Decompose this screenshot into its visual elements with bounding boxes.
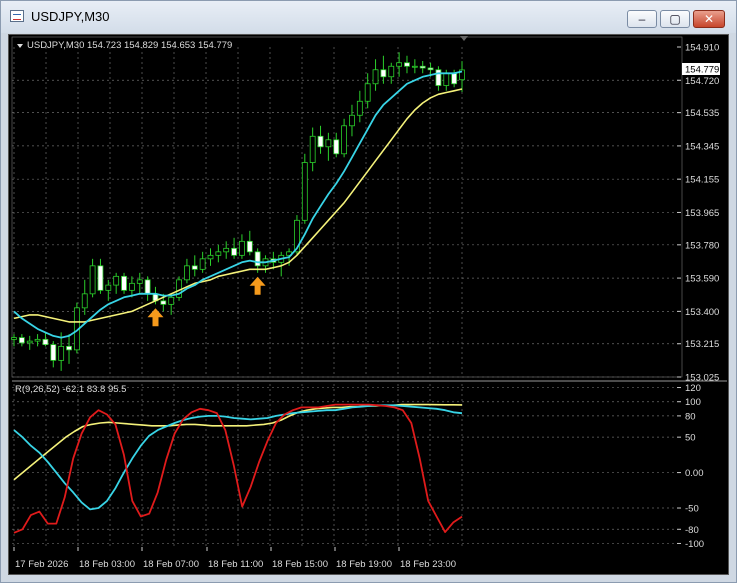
candle-body-bull: [26, 340, 33, 344]
minimize-button[interactable]: –: [627, 10, 657, 28]
candle-body-bear: [333, 139, 340, 155]
candle-body-bear: [97, 265, 104, 291]
price-tick-label: 153.025: [685, 373, 719, 384]
candle-body-bear: [144, 279, 151, 295]
candle-body-bull: [215, 251, 222, 256]
candle-body-bull: [128, 282, 135, 291]
chart-window-icon: [10, 10, 24, 22]
chart-canvas[interactable]: USDJPY,M30 154.723 154.829 154.653 154.7…: [9, 35, 730, 576]
price-tick-label: 154.345: [685, 141, 719, 152]
indicator-tick-label: 120: [685, 383, 701, 394]
price-axis: 154.910 154.720 154.535 154.345 154.155 153.9…: [677, 43, 719, 384]
time-tick-label: 17 Feb 2026: [15, 559, 68, 570]
price-tick-label: 153.215: [685, 339, 719, 350]
indicator-lines: [13, 403, 463, 534]
time-tick-label: 18 Feb 07:00: [143, 559, 199, 570]
candle-body-bull: [105, 284, 112, 291]
chart-shift-marker-icon[interactable]: [460, 36, 468, 41]
chart-area[interactable]: USDJPY,M30 154.723 154.829 154.653 154.7…: [8, 34, 729, 575]
candle-body-bear: [404, 62, 410, 67]
candle-body-bull: [136, 279, 143, 284]
chart-window: USDJPY,M30 – ▢ ✕ USDJPY,M30 154.723 154.…: [0, 0, 737, 583]
price-tick-label: 154.910: [685, 43, 719, 54]
indicator-tick-label: -50: [685, 504, 699, 515]
candle-body-bull: [89, 265, 96, 295]
price-tick-label: 154.720: [685, 76, 719, 87]
price-tick-label: 154.155: [685, 175, 719, 186]
candle-body-bear: [42, 338, 49, 346]
candle-body-bear: [254, 251, 261, 267]
candle-body-bear: [18, 337, 25, 344]
title-bar[interactable]: USDJPY,M30 – ▢ ✕: [1, 1, 736, 33]
time-tick-label: 18 Feb 15:00: [272, 559, 328, 570]
candle-body-bull: [184, 265, 190, 281]
candle-body-bull: [356, 100, 363, 116]
time-tick-label: 18 Feb 03:00: [79, 559, 135, 570]
indicator-info-text: R(9,26,52) -62.1 83.8 95.5: [15, 384, 126, 395]
price-tick-label: 153.780: [685, 240, 719, 251]
candle-body-bear: [121, 275, 127, 291]
price-tick-label: 153.965: [685, 208, 719, 219]
candle-body-bull: [168, 296, 175, 305]
current-price-label: 154.779: [685, 65, 719, 76]
candle-body-bull: [341, 125, 348, 155]
main-panel-frame: [11, 36, 683, 378]
time-tick-label: 18 Feb 19:00: [336, 559, 392, 570]
close-button[interactable]: ✕: [693, 10, 725, 28]
candle-body-bull: [325, 139, 332, 148]
price-tick-label: 153.590: [685, 274, 719, 285]
candle-body-bear: [317, 135, 324, 148]
price-tick-label: 154.535: [685, 108, 719, 119]
candle-body-bull: [81, 293, 88, 309]
window-title: USDJPY,M30: [31, 9, 110, 24]
candle-body-bull: [396, 62, 403, 67]
candle-body-bull: [364, 83, 371, 102]
candle-body-bull: [113, 275, 120, 286]
indicator-axis: 120 100 80 50 0.00 -50 -80 -100: [677, 383, 704, 550]
candle-body-bull: [349, 114, 355, 127]
candle-body-bear: [191, 265, 198, 270]
indicator-tick-label: 80: [685, 411, 696, 422]
indicator-tick-label: 0.00: [685, 468, 704, 479]
candle-body-bear: [435, 69, 442, 86]
candle-body-bull: [301, 162, 308, 221]
candle-body-bull: [239, 240, 245, 256]
indicator-tick-label: 100: [685, 397, 701, 408]
candle-body-bear: [419, 65, 426, 69]
time-tick-label: 18 Feb 11:00: [208, 559, 263, 570]
candle-body-bear: [451, 72, 458, 85]
indicator-tick-label: -80: [685, 525, 699, 536]
candle-body-bull: [223, 247, 230, 253]
chart-menu-triangle-icon[interactable]: [17, 44, 23, 48]
price-info-text: USDJPY,M30 154.723 154.829 154.653 154.7…: [27, 40, 232, 51]
candle-body-bear: [246, 240, 253, 253]
indicator-tick-label: -100: [685, 539, 704, 550]
candle-body-bear: [66, 345, 72, 351]
candle-body-bull: [207, 254, 214, 260]
indicator-tick-label: 50: [685, 433, 696, 444]
buy-arrow-icon: [147, 308, 164, 327]
price-tick-label: 153.400: [685, 307, 719, 318]
candle-body-bear: [160, 300, 167, 305]
indicator-fast-line: [13, 403, 463, 534]
grid: [11, 36, 727, 547]
candle-body-bull: [388, 65, 395, 78]
candle-body-bull: [58, 345, 65, 361]
candle-body-bull: [199, 258, 206, 270]
candle-body-bull: [443, 72, 450, 86]
maximize-button[interactable]: ▢: [660, 10, 690, 28]
candle-body-bear: [380, 69, 387, 78]
candle-body-bear: [231, 247, 237, 256]
time-axis: 17 Feb 2026 18 Feb 03:00 18 Feb 07:00 18 Fe…: [13, 547, 456, 570]
buy-arrow-icon: [249, 276, 266, 295]
candle-body-bull: [372, 69, 379, 85]
candle-body-bull: [11, 337, 17, 340]
candle-body-bull: [309, 135, 316, 163]
candle-body-bull: [34, 338, 41, 342]
candle-body-bear: [427, 67, 434, 71]
time-tick-label: 18 Feb 23:00: [400, 559, 456, 570]
candle-body-bull: [411, 65, 418, 68]
candle-body-bear: [50, 344, 57, 361]
